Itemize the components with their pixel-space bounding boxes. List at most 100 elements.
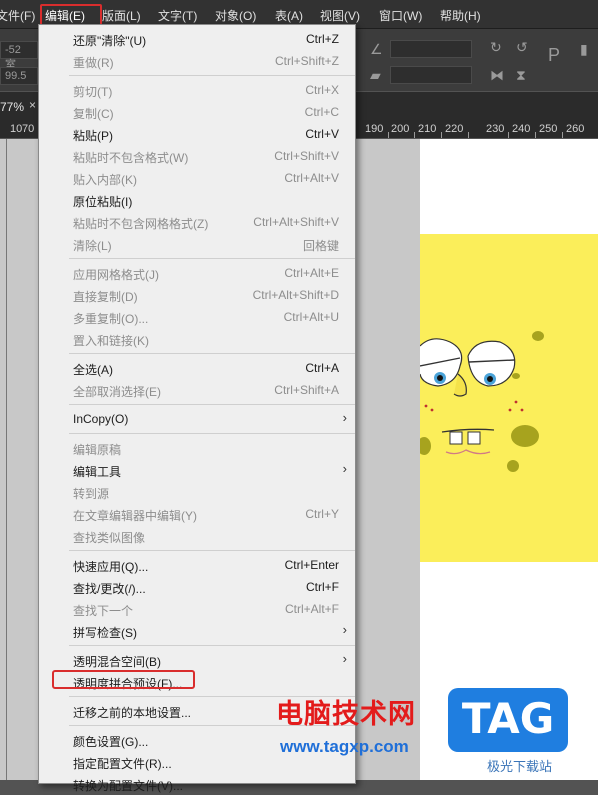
menu-item-place-and-link[interactable]: 置入和链接(K)	[39, 328, 355, 350]
menu-item-shortcut: 回格键	[302, 239, 339, 253]
menu-item-edit-with[interactable]: 编辑工具 ›	[39, 459, 355, 481]
flip-h-icon[interactable]: ⧓	[490, 67, 504, 84]
ruler-tick	[468, 132, 469, 138]
menu-item-find-next[interactable]: 查找下一个 Ctrl+Alt+F	[39, 598, 355, 620]
menu-item-paste-without-formatting[interactable]: 粘贴时不包含格式(W) Ctrl+Shift+V	[39, 145, 355, 167]
y-field[interactable]: 99.5	[0, 67, 38, 85]
align-icon[interactable]: ▮	[580, 41, 588, 58]
menu-item-label: 编辑工具	[73, 465, 122, 479]
menu-item-label: 迁移之前的本地设置...	[73, 706, 192, 720]
menu-item-shortcut: Ctrl+Alt+Shift+V	[253, 215, 339, 229]
menu-item-step-repeat[interactable]: 多重复制(O)... Ctrl+Alt+U	[39, 306, 355, 328]
menu-item-find-change[interactable]: 查找/更改(/)... Ctrl+F	[39, 576, 355, 598]
menu-item-shortcut: Ctrl+X	[305, 83, 339, 97]
menu-item-shortcut: Ctrl+Y	[305, 507, 339, 521]
menu-item-shortcut: Ctrl+Shift+A	[274, 383, 339, 397]
menu-item-spelling[interactable]: 拼写检查(S) ›	[39, 620, 355, 642]
menu-item-go-to-source[interactable]: 转到源	[39, 481, 355, 503]
ruler-tick	[441, 132, 442, 138]
menu-item-label: 拼写检查(S)	[73, 626, 137, 640]
menu-item-paste[interactable]: 粘贴(P) Ctrl+V	[39, 123, 355, 145]
menu-item-duplicate[interactable]: 直接复制(D) Ctrl+Alt+Shift+D	[39, 284, 355, 306]
menu-item-paste-in-place[interactable]: 原位粘贴(I)	[39, 189, 355, 211]
menu-item-deselect-all[interactable]: 全部取消选择(E) Ctrl+Shift+A	[39, 379, 355, 401]
menu-item-edit-original[interactable]: 编辑原稿	[39, 437, 355, 459]
menu-item-undo[interactable]: 还原"清除"(U) Ctrl+Z	[39, 28, 355, 50]
edit-menu-highlight	[40, 4, 102, 26]
menu-item-copy[interactable]: 复制(C) Ctrl+C	[39, 101, 355, 123]
p-icon[interactable]: P	[548, 45, 560, 66]
ruler-tick	[562, 132, 563, 138]
menu-item-incopy[interactable]: InCopy(O) ›	[39, 408, 355, 430]
menu-item-quick-apply[interactable]: 快速应用(Q)... Ctrl+Enter	[39, 554, 355, 576]
placed-image[interactable]	[417, 234, 598, 562]
menu-item-shortcut: Ctrl+Alt+U	[283, 310, 339, 324]
menu-item-label: 颜色设置(G)...	[73, 735, 149, 749]
menu-item-convert-to-profile[interactable]: 转换为配置文件(V)...	[39, 773, 355, 795]
menu-item-label: 多重复制(O)...	[73, 312, 149, 326]
menu-layout[interactable]: 版面(L)	[102, 7, 141, 24]
chevron-right-icon: ›	[342, 622, 347, 637]
chevron-right-icon: ›	[342, 410, 347, 425]
ruler-label: 10	[10, 123, 23, 135]
x-field[interactable]: -52 室	[0, 41, 38, 71]
menu-item-label: 剪切(T)	[73, 85, 113, 99]
menu-item-label: 清除(L)	[73, 239, 112, 253]
menu-item-shortcut: Ctrl+Z	[306, 32, 339, 46]
ruler-label: 230	[486, 123, 505, 135]
menu-item-paste-into[interactable]: 贴入内部(K) Ctrl+Alt+V	[39, 167, 355, 189]
menu-window[interactable]: 窗口(W)	[379, 7, 422, 24]
ruler-tick	[508, 132, 509, 138]
menu-view[interactable]: 视图(V)	[320, 7, 360, 24]
rotate-ccw-icon[interactable]: ↺	[516, 39, 528, 56]
menu-item-label: 转到源	[73, 487, 110, 501]
menu-item-label: 原位粘贴(I)	[73, 195, 133, 209]
tag-logo: TAG	[448, 688, 568, 752]
ruler-label: 200	[391, 123, 410, 135]
ruler-label: 70	[22, 123, 35, 135]
rotate-cw-icon[interactable]: ↻	[490, 39, 502, 56]
menu-item-shortcut: Ctrl+Alt+F	[284, 602, 339, 616]
close-icon[interactable]: ×	[29, 98, 36, 112]
menu-item-label: 查找/更改(/)...	[73, 582, 146, 596]
menu-object[interactable]: 对象(O)	[215, 7, 256, 24]
ruler-label: 210	[418, 123, 437, 135]
menu-help[interactable]: 帮助(H)	[440, 7, 481, 24]
menu-item-label: 直接复制(D)	[73, 290, 138, 304]
ruler-label: 260	[566, 123, 585, 135]
ruler-label: 240	[512, 123, 531, 135]
menu-item-paste-without-grid[interactable]: 粘贴时不包含网格格式(Z) Ctrl+Alt+Shift+V	[39, 211, 355, 233]
menu-item-transparency-blend-space[interactable]: 透明混合空间(B) ›	[39, 649, 355, 671]
menu-item-find-similar-image[interactable]: 查找类似图像	[39, 525, 355, 547]
menu-type[interactable]: 文字(T)	[158, 7, 197, 24]
ruler-tick	[414, 132, 415, 138]
menu-item-cut[interactable]: 剪切(T) Ctrl+X	[39, 79, 355, 101]
menu-item-select-all[interactable]: 全选(A) Ctrl+A	[39, 357, 355, 379]
menu-separator	[69, 433, 355, 434]
ruler-tick	[388, 132, 389, 138]
watermark-site: 极光下载站	[487, 759, 553, 774]
menu-separator	[69, 75, 355, 76]
menu-item-label: 在文章编辑器中编辑(Y)	[73, 509, 197, 523]
menu-file[interactable]: 文件(F)	[0, 7, 35, 24]
menu-item-label: 查找类似图像	[73, 531, 146, 545]
menu-item-label: 编辑原稿	[73, 443, 122, 457]
menu-item-apply-grid[interactable]: 应用网格格式(J) Ctrl+Alt+E	[39, 262, 355, 284]
menu-separator	[69, 550, 355, 551]
menu-item-label: 贴入内部(K)	[73, 173, 137, 187]
menu-item-label: 粘贴时不包含网格格式(Z)	[73, 217, 209, 231]
menu-separator	[69, 404, 355, 405]
menu-item-clear[interactable]: 清除(L) 回格键	[39, 233, 355, 255]
menu-item-redo[interactable]: 重做(R) Ctrl+Shift+Z	[39, 50, 355, 72]
angle-field[interactable]	[390, 40, 472, 58]
flip-v-icon[interactable]: ⧗	[516, 67, 526, 84]
ruler-label: 220	[445, 123, 464, 135]
document-tab-zoom[interactable]: 77%	[0, 100, 24, 114]
watermark-text: 电脑技术网	[276, 699, 416, 729]
shear-field[interactable]	[390, 66, 472, 84]
menu-item-label: InCopy(O)	[73, 412, 129, 426]
menu-table[interactable]: 表(A)	[275, 7, 303, 24]
menu-item-edit-in-story-editor[interactable]: 在文章编辑器中编辑(Y) Ctrl+Y	[39, 503, 355, 525]
menu-item-label: 查找下一个	[73, 604, 134, 618]
menu-item-label: 指定配置文件(R)...	[73, 757, 172, 771]
